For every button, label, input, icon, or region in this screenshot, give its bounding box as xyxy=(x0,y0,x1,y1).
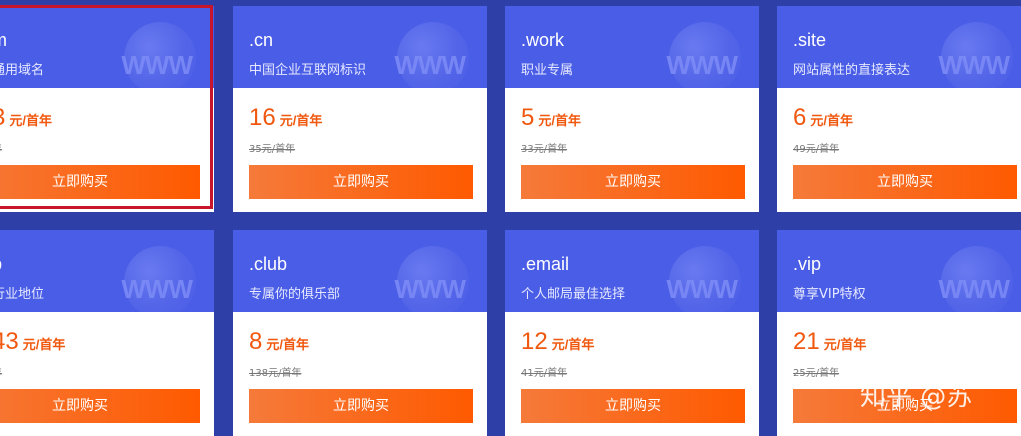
domain-card-cn[interactable]: WWW .cn 中国企业互联网标识 16 元/首年 35元/首年 立即购买 xyxy=(233,6,487,212)
buy-now-button[interactable]: 立即购买 xyxy=(249,165,473,199)
card-header: WWW .club 专属你的俱乐部 xyxy=(233,230,487,312)
domain-card-com[interactable]: WWW m 通用域名 3元/首年 年 立即购买 xyxy=(0,6,214,212)
domain-tld: .vip xyxy=(793,254,822,274)
domain-description: 通用域名 xyxy=(0,63,45,78)
buy-now-button[interactable]: 立即购买 xyxy=(249,389,473,423)
domain-tld: .cn xyxy=(249,30,274,50)
card-header: WWW .email 个人邮局最佳选择 xyxy=(505,230,759,312)
domain-price: 43元/首年 xyxy=(0,328,66,355)
domain-description: 尊享VIP特权 xyxy=(793,287,866,302)
buy-now-button[interactable]: 立即购买 xyxy=(521,165,745,199)
original-price: 138元/首年 xyxy=(249,368,302,379)
domain-card-site[interactable]: WWW .site 网站属性的直接表达 6 元/首年 49元/首年 立即购买 xyxy=(777,6,1021,212)
globe-www-text: WWW xyxy=(394,50,466,80)
domain-tld: m xyxy=(0,30,7,51)
card-header: WWW .vip 尊享VIP特权 xyxy=(777,230,1021,312)
globe-www-text: WWW xyxy=(121,50,193,80)
original-price: 33元/首年 xyxy=(521,144,568,155)
domain-tld: p xyxy=(0,254,2,275)
domain-description: 行业地位 xyxy=(0,287,45,302)
domain-tld: .site xyxy=(793,30,827,50)
globe-www-text: WWW xyxy=(938,274,1010,304)
domain-description: 专属你的俱乐部 xyxy=(249,287,341,302)
original-price: 25元/首年 xyxy=(793,368,840,379)
domain-description: 职业专属 xyxy=(521,63,574,78)
buy-now-button[interactable]: 立即购买 xyxy=(0,165,200,199)
domain-description: 网站属性的直接表达 xyxy=(793,63,911,78)
globe-www-text: WWW xyxy=(938,50,1010,80)
domain-description: 个人邮局最佳选择 xyxy=(521,287,626,302)
original-price: 年 xyxy=(0,140,2,155)
original-price: 年 xyxy=(0,364,2,379)
original-price: 41元/首年 xyxy=(521,368,568,379)
buy-now-button[interactable]: 立即购买 xyxy=(0,389,200,423)
domain-price: 16 元/首年 xyxy=(249,104,323,131)
card-header: WWW .site 网站属性的直接表达 xyxy=(777,6,1021,88)
domain-price: 12 元/首年 xyxy=(521,328,595,355)
domain-price: 6 元/首年 xyxy=(793,104,853,131)
domain-card-email[interactable]: WWW .email 个人邮局最佳选择 12 元/首年 41元/首年 立即购买 xyxy=(505,230,759,436)
card-header: WWW m 通用域名 xyxy=(0,6,214,88)
buy-now-button[interactable]: 立即购买 xyxy=(793,165,1017,199)
globe-www-text: WWW xyxy=(394,274,466,304)
globe-www-text: WWW xyxy=(666,50,738,80)
domain-card-top[interactable]: WWW p 行业地位 43元/首年 年 立即购买 xyxy=(0,230,214,436)
domain-price: 21 元/首年 xyxy=(793,328,867,355)
domain-price: 3元/首年 xyxy=(0,104,52,131)
domain-tld: .work xyxy=(521,30,565,50)
original-price: 35元/首年 xyxy=(249,144,296,155)
domain-tld: .club xyxy=(249,254,288,274)
card-header: WWW .work 职业专属 xyxy=(505,6,759,88)
card-header: WWW .cn 中国企业互联网标识 xyxy=(233,6,487,88)
domain-description: 中国企业互联网标识 xyxy=(249,63,367,78)
domain-price: 8 元/首年 xyxy=(249,328,309,355)
domain-tld: .email xyxy=(521,254,570,274)
domain-card-club[interactable]: WWW .club 专属你的俱乐部 8 元/首年 138元/首年 立即购买 xyxy=(233,230,487,436)
globe-www-text: WWW xyxy=(121,274,193,304)
card-header: WWW p 行业地位 xyxy=(0,230,214,312)
domain-card-work[interactable]: WWW .work 职业专属 5 元/首年 33元/首年 立即购买 xyxy=(505,6,759,212)
globe-www-text: WWW xyxy=(666,274,738,304)
buy-now-button[interactable]: 立即购买 xyxy=(521,389,745,423)
original-price: 49元/首年 xyxy=(793,144,840,155)
watermark-text: 知乎 @苏 xyxy=(860,382,973,412)
domain-price: 5 元/首年 xyxy=(521,104,581,131)
